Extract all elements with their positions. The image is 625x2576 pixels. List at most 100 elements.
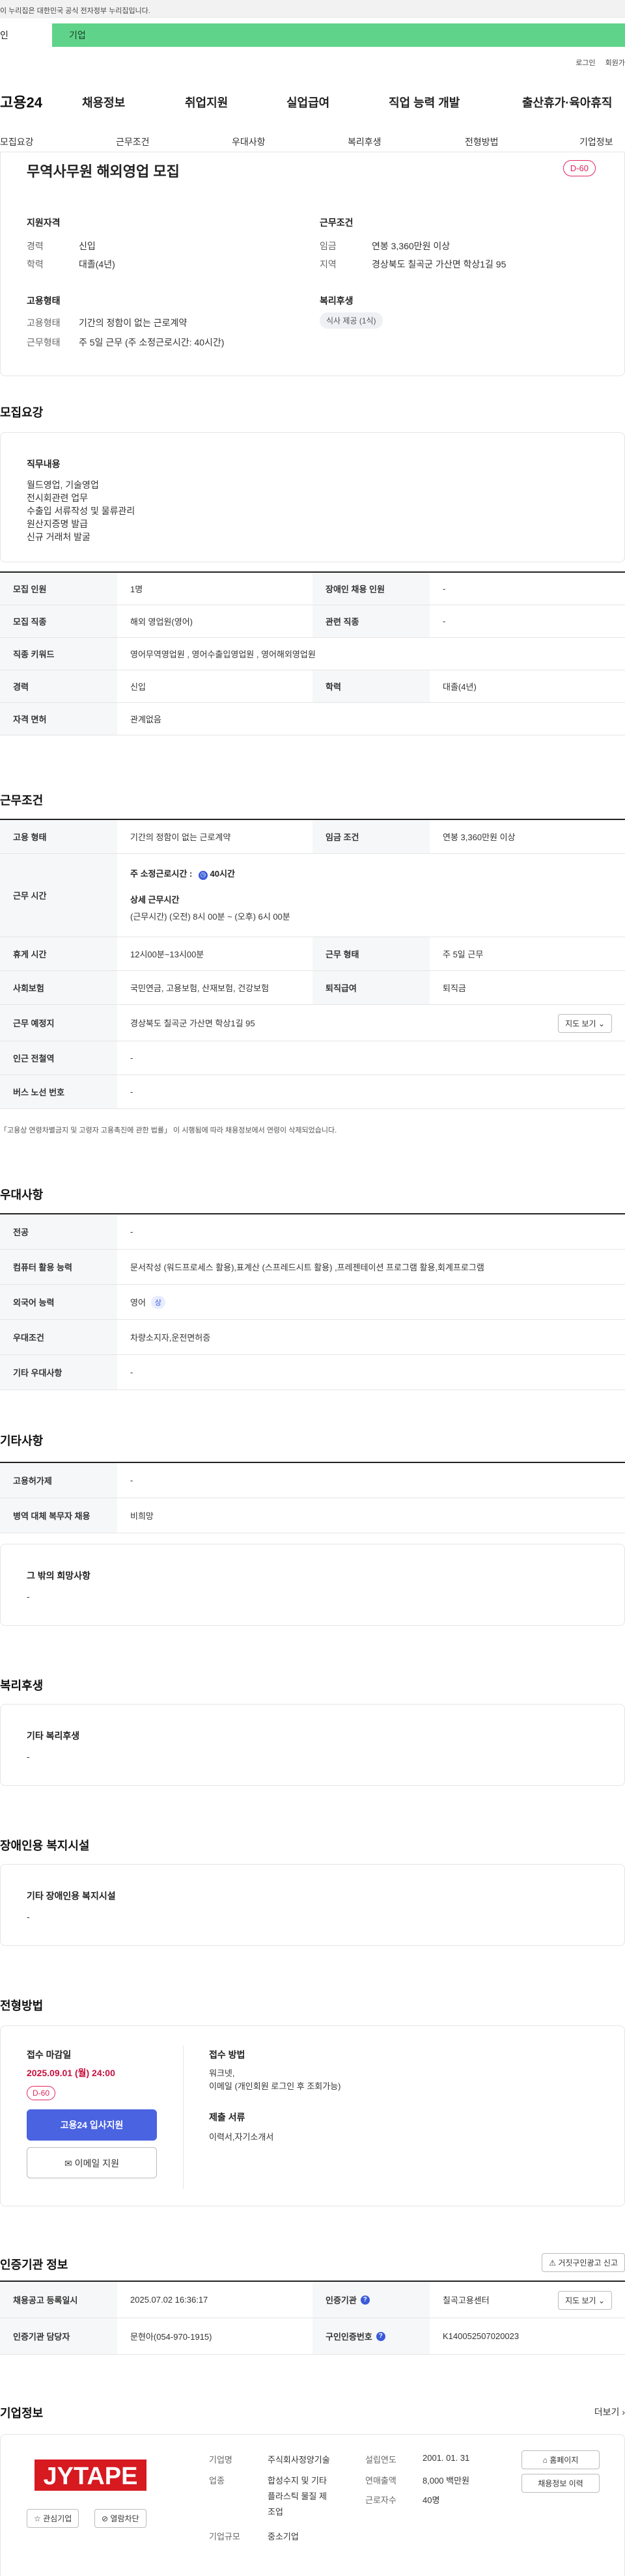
tab-corp[interactable]: 기업 (52, 23, 625, 47)
welfare-chip: 식사 제공 (1식) (320, 312, 383, 329)
pref-heading: 우대사항 (0, 1188, 44, 1201)
interest-company-button[interactable]: ☆ 관심기업 (27, 2509, 79, 2528)
qual-label: 지원자격 (27, 217, 61, 228)
docs-value: 이력서,자기소개서 (209, 2132, 274, 2142)
section-nav-company[interactable]: 기업정보 (579, 135, 613, 148)
row-value: 기간의 정함이 없는 근로계약 (130, 832, 231, 842)
report-icon: ⚠ (549, 2258, 556, 2268)
utility-links: 로그인 회원가 (568, 57, 625, 68)
cond-label: 근무조건 (320, 217, 354, 228)
section-nav-pref[interactable]: 우대사항 (232, 135, 266, 148)
table-row: 버스 노선 번호 - (0, 1075, 625, 1109)
recruit-table: 모집 인원 1명 장애인 채용 인원 - 모집 직종 해외 영업원(영어) 관련… (0, 571, 625, 735)
duty-line: 전시회관련 업무 (27, 493, 89, 503)
region-key: 지역 (320, 259, 337, 269)
table-row: 고용허가제 - (0, 1463, 625, 1498)
company-more-link[interactable]: 더보기 › (594, 2405, 625, 2418)
cert-heading: 인증기관 정보 (0, 2258, 68, 2271)
table-row: 모집 직종 해외 영업원(영어) 관련 직종 - (0, 605, 625, 638)
table-row: 고용 형태 기간의 정함이 없는 근로계약 임금 조건 연봉 3,360만원 이… (0, 820, 625, 854)
row-key: 채용공고 등록일시 (0, 2282, 117, 2318)
emp-label: 고용형태 (27, 295, 61, 306)
row-key: 관련 직종 (312, 605, 430, 637)
industry-line: 조업 (268, 2507, 283, 2517)
section-nav-process[interactable]: 전형방법 (465, 135, 499, 148)
row-value: 2025.07.02 16:36:17 (130, 2295, 208, 2305)
edu-key: 학력 (27, 259, 44, 269)
table-row: 인근 전철역 - (0, 1041, 625, 1075)
apply-button[interactable]: 고용24 입사지원 (27, 2109, 157, 2141)
row-value: 문현아(054-970-1915) (130, 2332, 212, 2342)
table-row: 외국어 능력 영어 상 (0, 1285, 625, 1320)
gnb-menu-support[interactable]: 취업지원 (185, 94, 228, 111)
job-title: 무역사무원 해외영업 모집 (27, 163, 180, 180)
disabled-heading: 장애인용 복지시설 (0, 1839, 90, 1852)
block-icon: ⊘ (102, 2514, 109, 2523)
hours-value: 40시간 (210, 869, 235, 879)
row-key: 인증기관? (312, 2282, 430, 2318)
job-summary-card: 무역사무원 해외영업 모집 D-60 지원자격 경력 신입 학력 대졸(4년) … (0, 152, 625, 376)
disabled-box-value: - (27, 1911, 30, 1922)
email-apply-button[interactable]: ✉ 이메일 지원 (27, 2147, 157, 2178)
process-dday-badge: D-60 (27, 2086, 56, 2100)
gnb-menu-training[interactable]: 직업 능력 개발 (389, 94, 460, 111)
table-row: 전공 - (0, 1214, 625, 1250)
job-history-button[interactable]: 채용정보 이력 (521, 2474, 600, 2493)
row-key: 근무 형태 (312, 937, 430, 970)
duty-box: 직무내용 월드영업, 기술영업 전시회관련 업무 수출입 서류작성 및 물류관리… (0, 432, 625, 562)
login-link[interactable]: 로그인 (576, 59, 595, 67)
duty-title: 직무내용 (27, 459, 61, 469)
section-nav-welfare[interactable]: 복리후생 (348, 135, 382, 148)
row-key: 자격 면허 (0, 703, 117, 735)
site-logo[interactable]: 고용24 (0, 91, 42, 112)
info-icon[interactable]: ? (376, 2331, 385, 2341)
welfare-label: 복리후생 (320, 295, 354, 306)
dday-badge: D-60 (562, 160, 596, 176)
info-icon[interactable]: ? (360, 2295, 370, 2305)
table-row: 휴게 시간 12시00분~13시00분 근무 형태 주 5일 근무 (0, 937, 625, 971)
detail-hours-title: 상세 근무시간 (130, 895, 180, 905)
edu-value: 대졸(4년) (79, 259, 115, 269)
star-icon: ☆ (34, 2514, 41, 2523)
emp-value: 기간의 정함이 없는 근로계약 (79, 318, 188, 328)
method-label: 접수 방법 (209, 2049, 245, 2060)
gnb-menu-benefit[interactable]: 실업급여 (286, 94, 329, 111)
row-value: 영어무역영업원 , 영어수출입영업원 , 영어해외영업원 (130, 650, 316, 659)
section-nav-recruit[interactable]: 모집요강 (0, 135, 34, 148)
row-key: 경력 (0, 670, 117, 702)
block-label: 열람차단 (110, 2514, 139, 2523)
section-nav: 모집요강 근무조건 우대사항 복리후생 전형방법 기업정보 (0, 130, 625, 152)
gnb-menu-leave[interactable]: 출산휴가·육아휴직 (522, 94, 612, 111)
row-key: 전공 (0, 1214, 117, 1249)
worktype-key: 근무형태 (27, 337, 61, 348)
section-nav-workcond[interactable]: 근무조건 (116, 135, 150, 148)
age-note: 「고용상 연령차별금지 및 고령자 고용촉진에 관한 법률」 이 시행됨에 따라… (0, 1127, 337, 1134)
row-value: K140052507020023 (443, 2331, 520, 2341)
company-box: JYTAPE ☆ 관심기업 ⊘ 열람차단 기업명 주식회사정양기술 업종 합성수… (0, 2434, 625, 2576)
emp-count-key: 근로자수 (365, 2495, 396, 2505)
cert-map-button[interactable]: 지도 보기 ⌄ (558, 2291, 612, 2310)
size-value: 중소기업 (268, 2532, 299, 2542)
career-value: 신입 (79, 241, 96, 251)
block-view-button[interactable]: ⊘ 열람차단 (94, 2509, 146, 2528)
docs-label: 제출 서류 (209, 2112, 245, 2122)
disabled-box: 기타 장애인용 복지시설 - (0, 1864, 625, 1946)
size-key: 기업규모 (209, 2532, 240, 2542)
report-fake-ad-button[interactable]: ⚠ 거짓구인광고 신고 (542, 2253, 625, 2272)
row-value: 1명 (130, 584, 143, 594)
company-name-key: 기업명 (209, 2455, 232, 2465)
row-key: 모집 인원 (0, 573, 117, 605)
gnb-menu-jobs[interactable]: 채용정보 (82, 94, 125, 111)
industry-key: 업종 (209, 2476, 225, 2486)
tab-person[interactable]: 인 (0, 23, 52, 47)
row-key: 외국어 능력 (0, 1285, 117, 1319)
map-button[interactable]: 지도 보기 ⌄ (558, 1014, 612, 1033)
row-key: 모집 직종 (0, 605, 117, 637)
row-value: 대졸(4년) (443, 682, 477, 692)
recruit-heading: 모집요강 (0, 406, 44, 419)
homepage-button[interactable]: ⌂ 홈페이지 (521, 2450, 600, 2469)
company-heading: 기업정보 (0, 2407, 44, 2420)
logo-text: JYTAPE (43, 2463, 137, 2490)
join-link[interactable]: 회원가 (605, 59, 625, 67)
pref-table: 전공 - 컴퓨터 활용 능력 문서작성 (워드프로세스 활용),표계산 (스프레… (0, 1213, 625, 1390)
